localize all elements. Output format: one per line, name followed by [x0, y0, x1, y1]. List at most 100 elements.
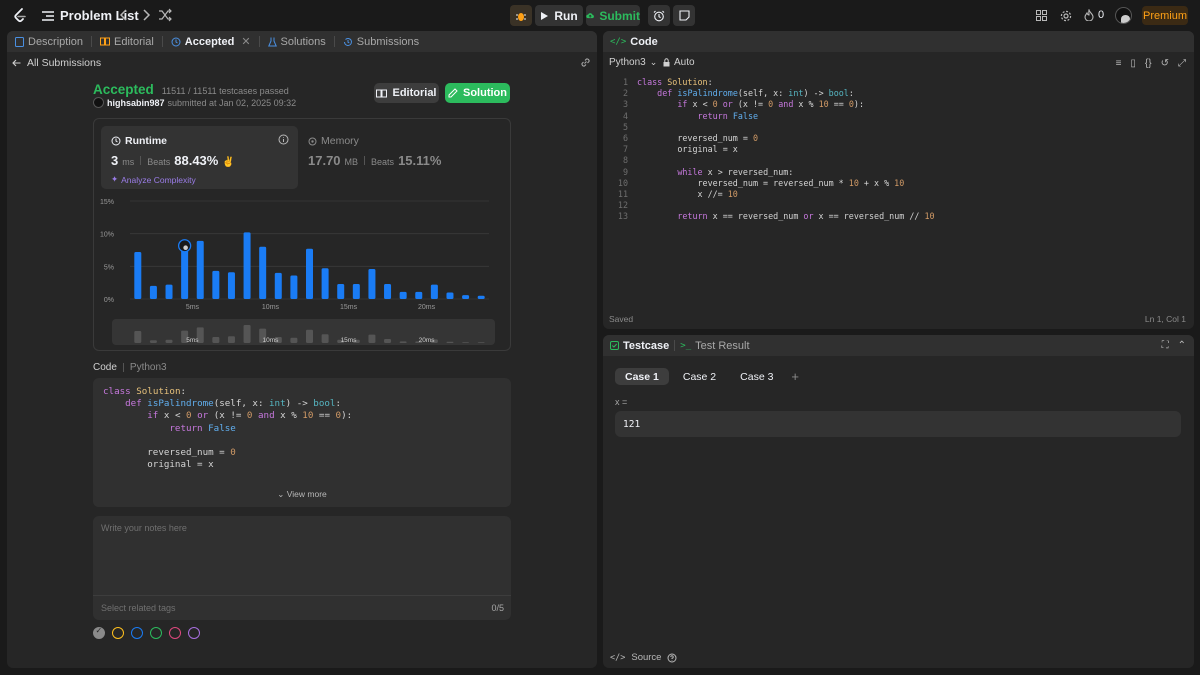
mini-bar [165, 339, 173, 343]
divider [140, 156, 142, 165]
mini-bar [477, 342, 485, 343]
braces-icon[interactable]: {} [1145, 58, 1152, 69]
all-submissions-link[interactable]: All Submissions [12, 57, 101, 69]
code-card-header: Code Python3 [93, 362, 167, 373]
settings-gear-icon[interactable] [1060, 10, 1072, 22]
code-language: Python3 [129, 362, 167, 373]
memory-label: Memory [321, 135, 359, 147]
input-variable-label: x = [615, 397, 628, 407]
color-pink[interactable] [169, 627, 181, 639]
runtime-box[interactable]: Runtime 3 ms Beats 88.43% ✌ ✦ Analyze Co… [101, 126, 298, 189]
submit-button[interactable]: Submit [586, 5, 640, 26]
color-yellow[interactable] [112, 627, 124, 639]
code-brackets-icon: </> [610, 652, 626, 663]
mini-x-tick-label: 20ms [419, 337, 436, 344]
tags-select[interactable]: Select related tags [101, 603, 176, 613]
mini-bar [384, 339, 392, 343]
premium-button[interactable]: Premium [1142, 6, 1188, 25]
tab-editorial-label: Editorial [114, 35, 154, 48]
format-align-icon[interactable]: ≡ [1116, 58, 1122, 69]
color-purple[interactable] [188, 627, 200, 639]
hand-clap-icon: ✌ [222, 157, 235, 168]
info-icon[interactable] [278, 134, 289, 145]
color-green[interactable] [150, 627, 162, 639]
debug-button[interactable] [510, 5, 532, 26]
line-numbers: 1 2 3 4 5 6 7 8 9 10 11 12 13 [617, 77, 628, 222]
tab-solutions[interactable]: Solutions [260, 31, 334, 52]
book-icon [376, 89, 388, 97]
tab-editorial[interactable]: Editorial [92, 31, 162, 52]
tab-accepted-label: Accepted [184, 35, 235, 48]
tab-submissions[interactable]: Submissions [335, 31, 427, 52]
help-icon[interactable] [667, 653, 677, 663]
terminal-icon: >_ [680, 340, 692, 351]
timer-button[interactable] [648, 5, 670, 26]
leetcode-logo-icon[interactable] [12, 7, 28, 24]
testcases-passed: 11511 / 11511 testcases passed [161, 86, 289, 96]
note-icon [678, 10, 690, 21]
memory-unit: MB [344, 157, 359, 167]
mini-x-tick-label: 10ms [263, 337, 280, 344]
add-case-icon[interactable]: + [791, 369, 799, 384]
submission-status: Accepted 11511 / 11511 testcases passed [93, 82, 289, 97]
source-label: Source [631, 652, 662, 663]
notes-button[interactable] [673, 5, 695, 26]
avatar[interactable] [1115, 7, 1132, 24]
runtime-bar [165, 284, 173, 299]
runtime-stats: 3 ms Beats 88.43% ✌ [111, 153, 235, 168]
layout-grid-icon[interactable] [1036, 10, 1047, 21]
testcase-tab-bar: Testcase >_ Test Result [603, 335, 1194, 356]
case-tab-2[interactable]: Case 2 [673, 368, 726, 385]
username[interactable]: highsabin987 [107, 98, 165, 108]
run-button[interactable]: Run [535, 5, 583, 26]
case-tab-3[interactable]: Case 3 [730, 368, 783, 385]
analyze-complexity-link[interactable]: ✦ Analyze Complexity [111, 174, 196, 185]
maximize-icon[interactable]: ⛶ [1162, 340, 1169, 351]
runtime-header: Runtime [111, 135, 167, 147]
auto-mode-toggle[interactable]: Auto [663, 57, 695, 68]
beats-label: Beats [147, 157, 171, 167]
code-editor[interactable]: class Solution: def isPalindrome(self, x… [637, 77, 935, 223]
testcase-panel: Testcase >_ Test Result ⛶ ⌃ Case 1 Case … [603, 335, 1194, 668]
color-blue[interactable] [131, 627, 143, 639]
user-avatar[interactable] [93, 97, 104, 108]
submit-label: Submit [599, 8, 640, 23]
tab-description[interactable]: Description [7, 31, 91, 52]
streak-counter[interactable]: 0 [1084, 9, 1104, 21]
language-selector[interactable]: Python3 ⌄ [609, 57, 657, 68]
mini-bar [462, 342, 470, 343]
clock-icon [111, 136, 121, 146]
tab-accepted[interactable]: Accepted ✕ [163, 31, 259, 52]
tab-test-result[interactable]: >_ Test Result [680, 340, 749, 352]
solution-button[interactable]: Solution [445, 83, 510, 103]
mini-bar [212, 337, 220, 343]
color-gray-selected[interactable]: ✓ [93, 626, 105, 639]
tab-testcase[interactable]: Testcase [610, 340, 669, 352]
chevron-right-icon[interactable] [139, 8, 153, 22]
case-tab-1[interactable]: Case 1 [615, 368, 669, 385]
solution-button-label: Solution [463, 87, 507, 99]
chevron-up-icon[interactable]: ⌃ [1178, 340, 1186, 351]
performance-card: Runtime 3 ms Beats 88.43% ✌ ✦ Analyze Co… [93, 118, 511, 351]
source-link[interactable]: </> Source [610, 652, 677, 663]
reset-icon[interactable]: ↺ [1161, 58, 1169, 69]
bookmark-icon[interactable]: ▯ [1130, 58, 1136, 69]
mini-bar [321, 334, 329, 343]
runtime-distribution-chart[interactable]: 15% 10% 5% 0% 5ms 10ms 15ms 20ms 5ms 10ms 15ms 20ms [94, 191, 512, 351]
editorial-button[interactable]: Editorial [374, 83, 439, 103]
shuffle-icon[interactable] [158, 8, 172, 22]
arrow-left-icon [12, 59, 21, 67]
link-icon[interactable] [580, 57, 591, 68]
close-icon[interactable]: ✕ [241, 35, 250, 48]
chevron-down-icon: ⌄ [277, 489, 285, 499]
streak-count: 0 [1098, 9, 1105, 21]
input-value-field[interactable]: 121 [615, 411, 1181, 437]
fullscreen-icon[interactable]: ⤢ [1178, 58, 1186, 69]
runtime-bar [430, 284, 438, 299]
notes-textarea[interactable]: Write your notes here [101, 523, 187, 533]
chevron-left-icon[interactable] [117, 8, 131, 22]
memory-box[interactable]: Memory 17.70 MB Beats 15.11% [308, 126, 503, 189]
view-more-button[interactable]: ⌄ View more [93, 489, 511, 500]
memory-header: Memory [308, 135, 359, 147]
divider [364, 156, 366, 165]
